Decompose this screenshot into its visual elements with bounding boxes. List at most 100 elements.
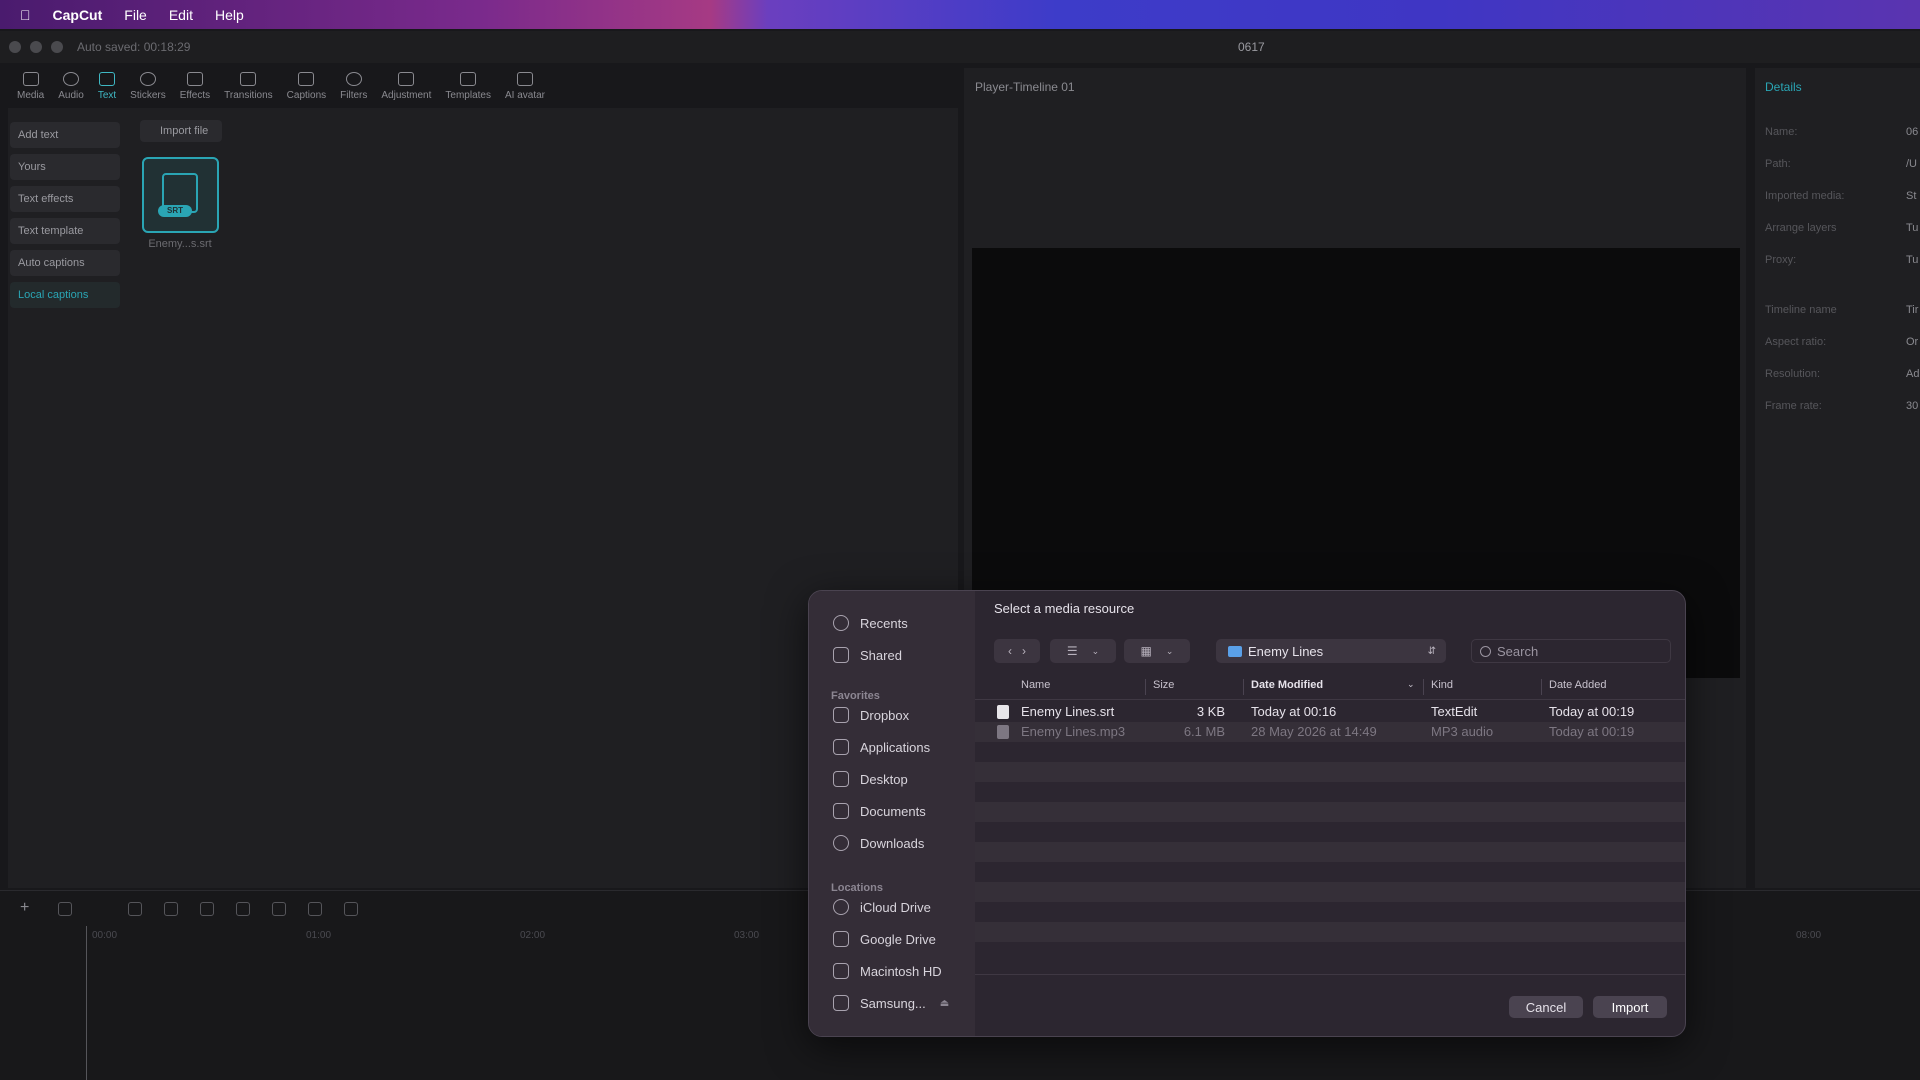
column-size[interactable]: Size <box>1153 679 1174 691</box>
file-row-srt[interactable]: Enemy Lines.srt 3 KB Today at 00:16 Text… <box>975 702 1685 722</box>
help-menu[interactable]: Help <box>215 7 244 23</box>
effects-icon <box>186 71 203 86</box>
file-kind: MP3 audio <box>1431 724 1494 739</box>
column-divider[interactable] <box>1423 679 1424 695</box>
srt-thumbnail[interactable]: SRT <box>142 157 219 233</box>
stickers-icon <box>139 71 156 86</box>
back-icon[interactable]: ‹ <box>1008 644 1012 658</box>
add-track-icon[interactable]: + <box>20 900 34 916</box>
minimize-window-button[interactable] <box>30 41 42 53</box>
column-divider[interactable] <box>1145 679 1146 695</box>
sidebar-item-applications[interactable]: Applications <box>833 739 930 755</box>
detail-value: Tu <box>1906 222 1919 234</box>
sidebar-item-macintosh-hd[interactable]: Macintosh HD <box>833 963 942 979</box>
location-popup[interactable]: Enemy Lines ⇵ <box>1216 639 1446 663</box>
trim-left-icon[interactable] <box>236 902 250 916</box>
eject-icon[interactable]: ⏏ <box>940 998 949 1009</box>
trim-right-icon[interactable] <box>272 902 286 916</box>
tab-text[interactable]: Text <box>91 66 123 106</box>
detail-value: St <box>1906 190 1917 202</box>
sort-chevron-icon[interactable]: ⌄ <box>1407 679 1415 690</box>
column-date-modified[interactable]: Date Modified <box>1251 679 1323 691</box>
tab-templates[interactable]: Templates <box>438 66 498 106</box>
tab-adjustment[interactable]: Adjustment <box>374 66 438 106</box>
close-window-button[interactable] <box>9 41 21 53</box>
side-yours[interactable]: Yours <box>10 154 120 180</box>
tab-stickers[interactable]: Stickers <box>123 66 173 106</box>
captions-icon <box>298 71 315 86</box>
import-dialog: Recents Shared Favorites Dropbox Applica… <box>808 590 1686 1037</box>
app-menu[interactable]: CapCut <box>53 7 103 23</box>
detail-label: Imported media: <box>1765 190 1845 202</box>
search-field[interactable]: Search <box>1471 639 1671 663</box>
column-name[interactable]: Name <box>1021 679 1050 691</box>
tab-effects[interactable]: Effects <box>173 66 217 106</box>
column-divider[interactable] <box>1541 679 1542 695</box>
file-menu[interactable]: File <box>124 7 147 23</box>
tab-media[interactable]: Media <box>10 66 51 106</box>
detail-value: 30 <box>1906 400 1919 412</box>
empty-row <box>975 922 1685 942</box>
side-add-text[interactable]: Add text <box>10 122 120 148</box>
column-divider[interactable] <box>1243 679 1244 695</box>
thumbnail-label: Enemy...s.srt <box>148 238 212 250</box>
empty-row <box>975 762 1685 782</box>
text-icon <box>99 71 115 86</box>
applications-icon <box>833 739 849 755</box>
column-kind[interactable]: Kind <box>1431 679 1453 691</box>
side-text-template[interactable]: Text template <box>10 218 120 244</box>
empty-row <box>975 882 1685 902</box>
import-file-button[interactable]: Import file <box>140 120 222 142</box>
undo-icon[interactable] <box>128 902 142 916</box>
file-kind: TextEdit <box>1431 704 1478 719</box>
zoom-window-button[interactable] <box>51 41 63 53</box>
shield-icon[interactable] <box>344 902 358 916</box>
sidebar-item-recents[interactable]: Recents <box>833 615 908 631</box>
empty-row <box>975 782 1685 802</box>
sidebar-item-desktop[interactable]: Desktop <box>833 771 908 787</box>
search-icon <box>1480 645 1491 657</box>
header-divider <box>975 699 1685 700</box>
file-size: 3 KB <box>1196 704 1225 719</box>
transitions-icon <box>240 71 257 86</box>
detail-value: /U <box>1906 158 1917 170</box>
cancel-button[interactable]: Cancel <box>1509 996 1583 1018</box>
templates-icon <box>460 71 477 86</box>
tab-ai-avatar[interactable]: AI avatar <box>498 66 552 106</box>
tab-transitions[interactable]: Transitions <box>217 66 280 106</box>
audio-icon <box>63 71 80 86</box>
select-tool-icon[interactable] <box>58 902 72 916</box>
sidebar-item-dropbox[interactable]: Dropbox <box>833 707 909 723</box>
folder-icon <box>1228 645 1242 657</box>
sidebar-item-documents[interactable]: Documents <box>833 803 926 819</box>
favorites-heading: Favorites <box>831 690 880 702</box>
sidebar-item-shared[interactable]: Shared <box>833 647 902 663</box>
empty-row <box>975 742 1685 762</box>
sidebar-item-downloads[interactable]: Downloads <box>833 835 924 851</box>
redo-icon[interactable] <box>164 902 178 916</box>
playhead[interactable] <box>86 926 87 1080</box>
hard-drive-icon <box>833 963 849 979</box>
edit-menu[interactable]: Edit <box>169 7 193 23</box>
tab-audio[interactable]: Audio <box>51 66 91 106</box>
delete-icon[interactable] <box>308 902 322 916</box>
column-date-added[interactable]: Date Added <box>1549 679 1607 691</box>
tab-filters[interactable]: Filters <box>333 66 374 106</box>
grid-view-button[interactable]: ▦ ⌄ <box>1124 639 1190 663</box>
list-view-button[interactable]: ☰ ⌄ <box>1050 639 1116 663</box>
sidebar-item-samsung[interactable]: Samsung... ⏏ <box>833 995 949 1011</box>
sidebar-item-icloud-drive[interactable]: iCloud Drive <box>833 899 931 915</box>
tab-captions[interactable]: Captions <box>280 66 333 106</box>
split-icon[interactable] <box>200 902 214 916</box>
forward-icon[interactable]: › <box>1022 644 1026 658</box>
side-local-captions[interactable]: Local captions <box>10 282 120 308</box>
menubar:  CapCut File Edit Help <box>0 0 1920 29</box>
side-text-effects[interactable]: Text effects <box>10 186 120 212</box>
sidebar-item-google-drive[interactable]: Google Drive <box>833 931 936 947</box>
chevron-down-icon: ⌄ <box>1165 645 1174 656</box>
apple-icon[interactable]:  <box>20 7 31 23</box>
timeline-tick: 08:00 <box>1796 930 1822 941</box>
import-button[interactable]: Import <box>1593 996 1667 1018</box>
side-auto-captions[interactable]: Auto captions <box>10 250 120 276</box>
up-down-chevron-icon: ⇵ <box>1427 645 1436 657</box>
